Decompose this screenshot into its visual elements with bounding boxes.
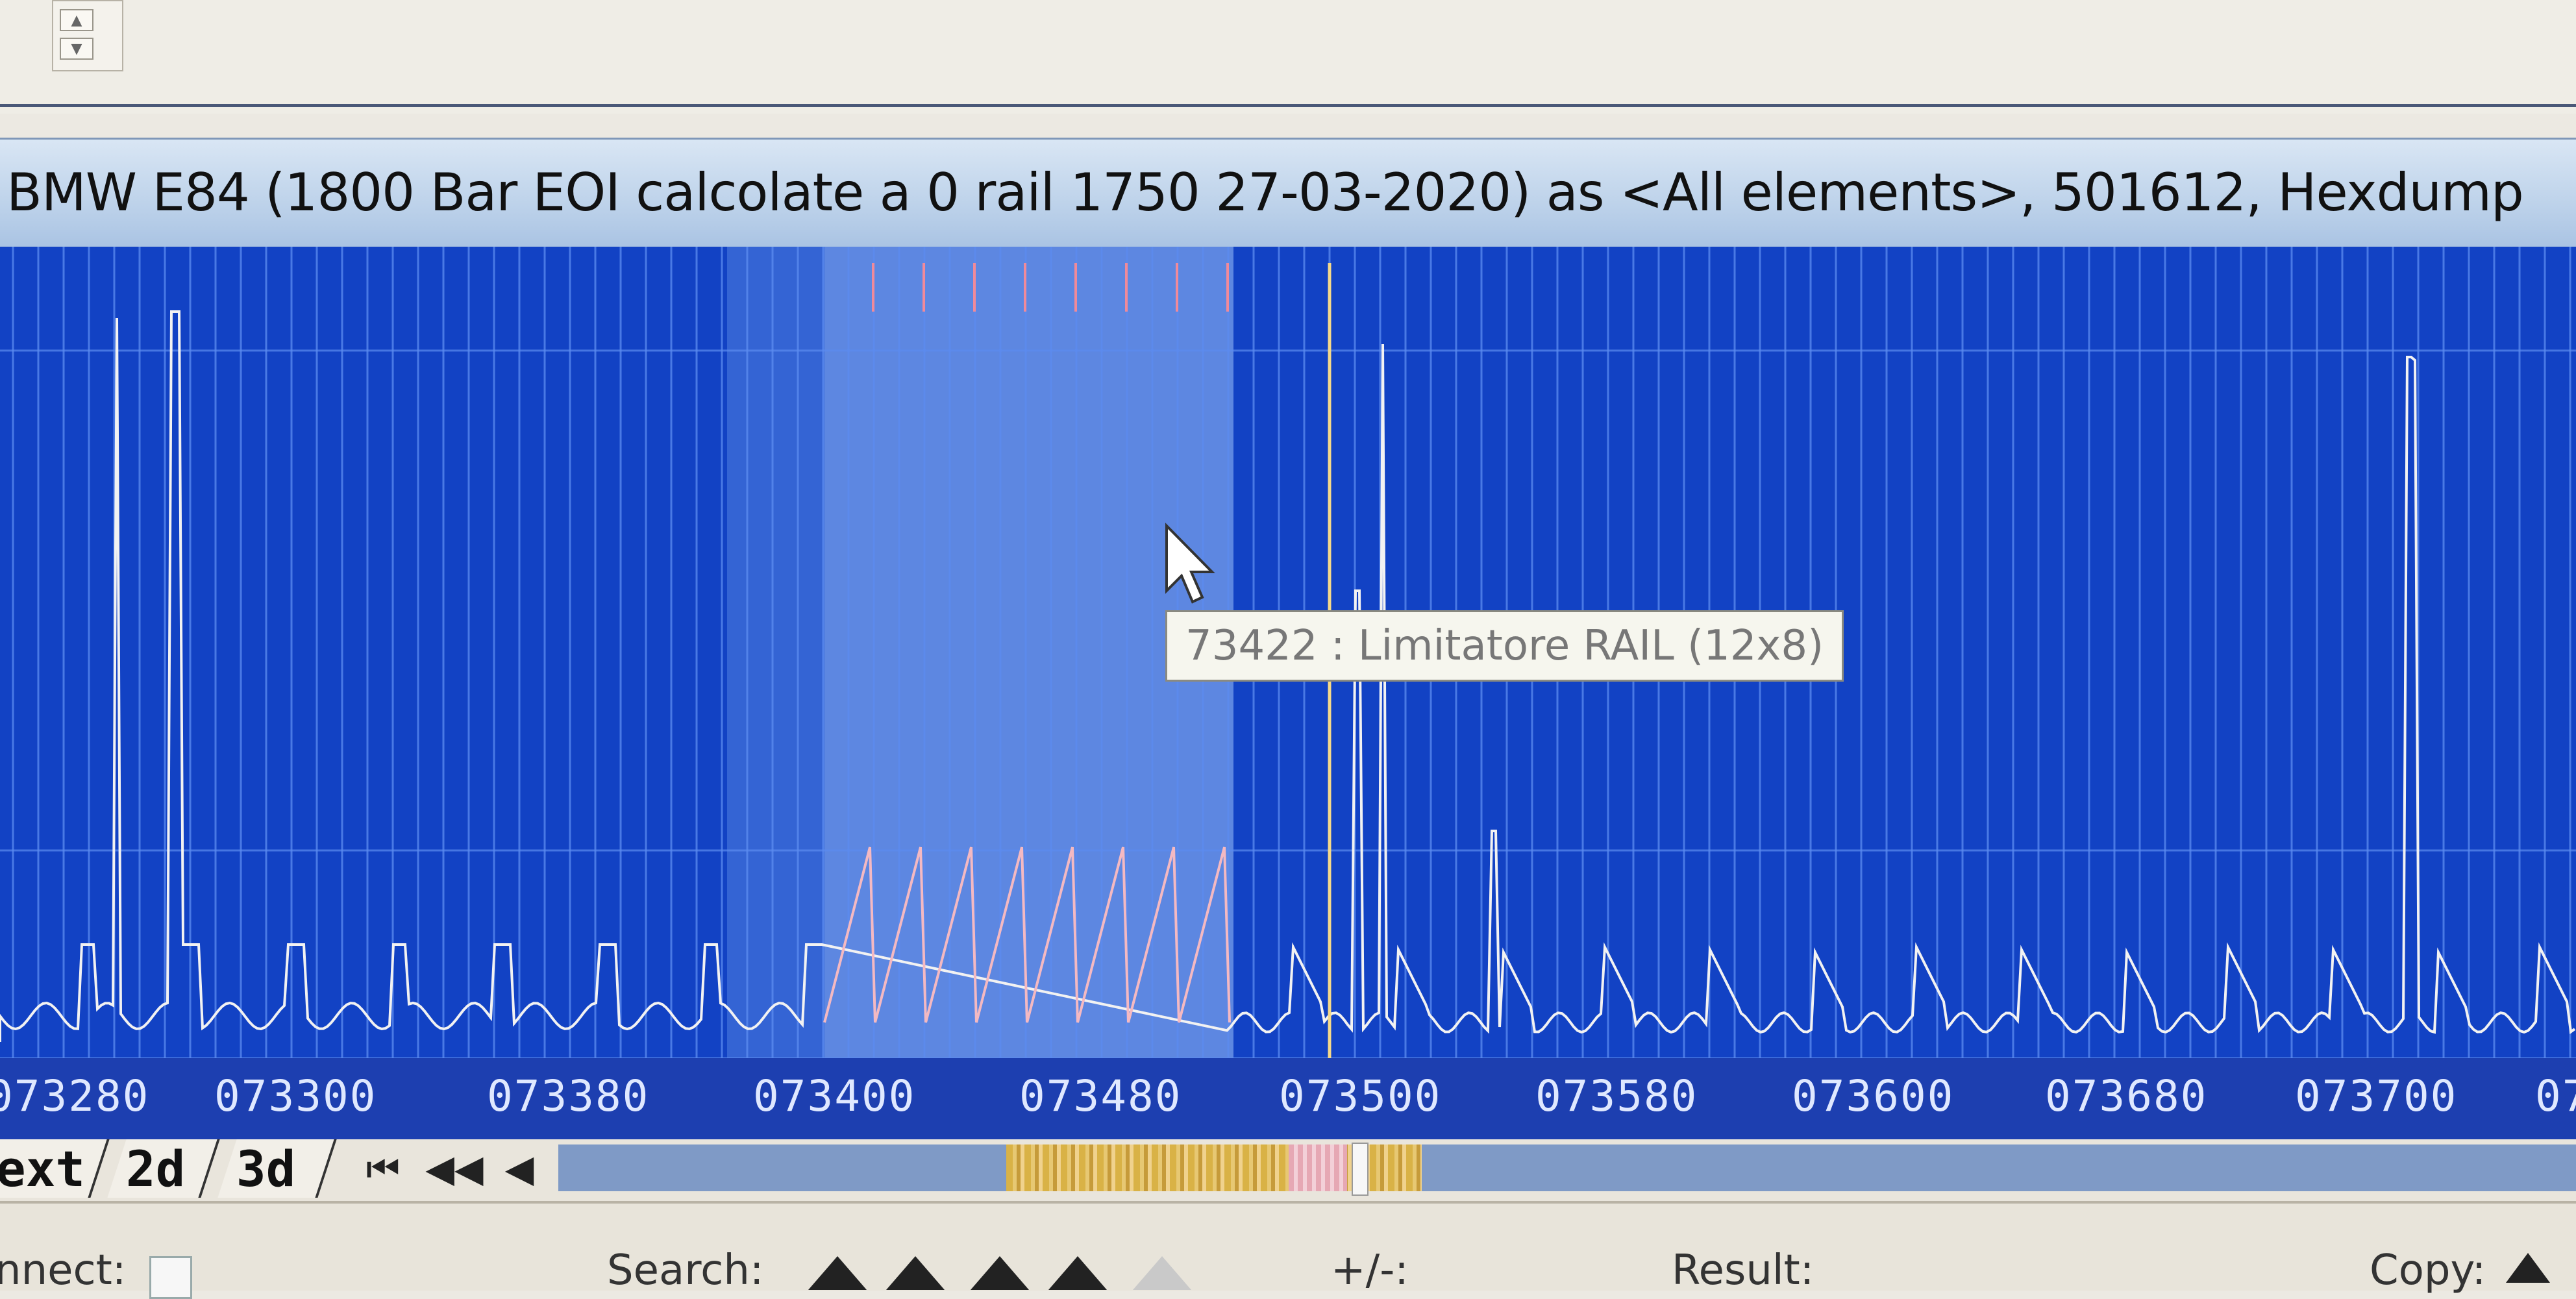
address-label: 073700 [2295, 1071, 2458, 1121]
tab-3d[interactable]: 3d [217, 1139, 337, 1198]
window-title: BMW E84 (1800 Bar EOI calcolate a 0 rail… [6, 162, 2524, 223]
skip-first-icon[interactable]: ⏮ [364, 1146, 402, 1191]
address-label: 07 [2535, 1071, 2576, 1121]
result-label: Result: [1672, 1246, 1814, 1294]
tab-2d-label: 2d [126, 1139, 186, 1198]
plusminus-label: +/-: [1331, 1246, 1409, 1294]
step-back-icon[interactable]: ◀ [500, 1146, 539, 1191]
hexdump-graph[interactable] [0, 247, 2576, 1146]
fast-rewind-icon[interactable]: ◀◀ [425, 1146, 483, 1191]
tab-text-label: ext [0, 1139, 86, 1198]
horizontal-scrollbar[interactable] [558, 1144, 2576, 1191]
tab-text[interactable]: ext [0, 1139, 110, 1198]
toolbar-divider [0, 104, 2576, 107]
waveform-plot[interactable] [0, 247, 2576, 1146]
connect-checkbox[interactable] [149, 1256, 192, 1299]
scrollbar-thumb[interactable] [1352, 1143, 1368, 1196]
mouse-pointer-icon [1165, 523, 1215, 604]
search-up-icon[interactable] [808, 1256, 867, 1290]
address-label: 073500 [1279, 1071, 1442, 1121]
address-label: 073280 [0, 1071, 150, 1121]
tab-2d[interactable]: 2d [107, 1139, 220, 1198]
status-bar [0, 1201, 2576, 1291]
address-label: 073480 [1019, 1071, 1182, 1121]
spin-up-icon[interactable]: ▲ [60, 9, 93, 31]
address-label: 073300 [214, 1071, 377, 1121]
search-up-icon-4[interactable] [1048, 1256, 1107, 1290]
map-tooltip: 73422 : Limitatore RAIL (12x8) [1165, 610, 1844, 682]
selected-map-trace [823, 847, 1231, 1023]
search-up-icon-2[interactable] [886, 1256, 945, 1290]
scrollbar-selection-marks [1289, 1144, 1347, 1191]
address-label: 073680 [2045, 1071, 2208, 1121]
toolbar [0, 0, 2576, 114]
search-up-icon-disabled[interactable] [1133, 1256, 1191, 1290]
spin-down-icon[interactable]: ▼ [60, 38, 93, 60]
tab-3d-label: 3d [236, 1139, 296, 1198]
connect-label: nnect: [0, 1246, 127, 1294]
address-label: 073580 [1535, 1071, 1698, 1121]
address-label: 073600 [1792, 1071, 1955, 1121]
address-label: 073400 [753, 1071, 916, 1121]
search-label: Search: [607, 1246, 764, 1294]
copy-label: Copy: [2370, 1246, 2486, 1294]
address-label: 073380 [487, 1071, 650, 1121]
search-up-icon-3[interactable] [971, 1256, 1029, 1290]
copy-up-icon[interactable] [2506, 1253, 2550, 1283]
